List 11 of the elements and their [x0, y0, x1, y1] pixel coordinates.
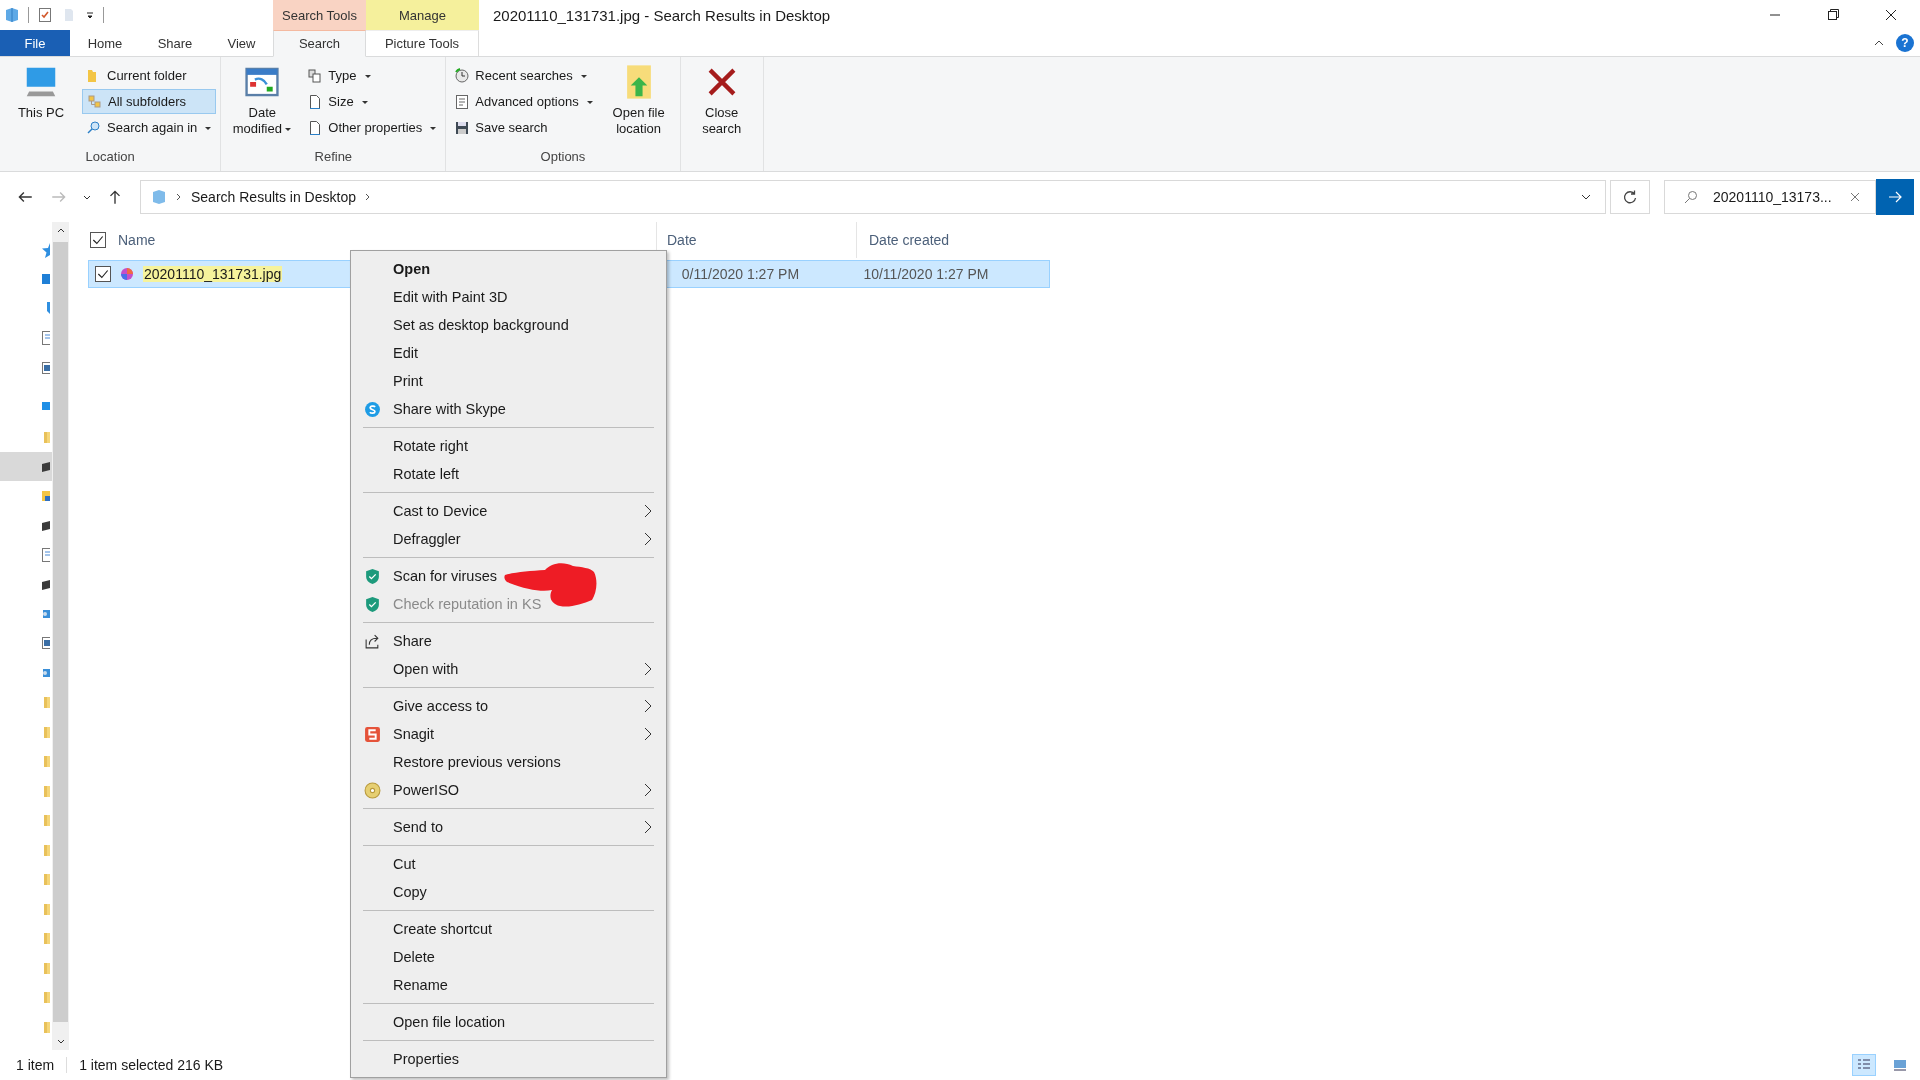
selection-info: 1 item selected 216 KB — [79, 1057, 224, 1073]
date-created-cell: 10/11/2020 1:27 PM — [863, 266, 989, 282]
group-label: Refine — [313, 149, 354, 166]
file-name: 20201110_131731.jpg — [143, 266, 283, 282]
date-cell: 0/11/2020 1:27 PM — [681, 266, 800, 282]
contextual-tab-header: Search Tools — [273, 0, 366, 30]
contextual-tab-header: Manage — [366, 0, 479, 30]
window-title: 20201110_131731.jpg - Search Results in Desktop — [492, 5, 831, 26]
group-label: Location — [84, 149, 136, 166]
item-count: 1 item — [16, 1057, 55, 1073]
group-label: Options — [539, 149, 587, 166]
